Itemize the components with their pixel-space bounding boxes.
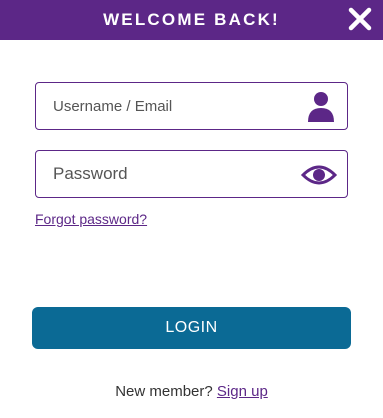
signup-row: New member? Sign up (0, 383, 383, 400)
signup-link[interactable]: Sign up (217, 383, 268, 400)
username-field-container (35, 82, 348, 130)
close-button[interactable] (346, 4, 374, 34)
forgot-password-link[interactable]: Forgot password? (35, 211, 147, 227)
modal-title: WELCOME BACK! (103, 10, 280, 29)
close-icon[interactable] (348, 7, 372, 31)
username-input[interactable] (36, 83, 347, 129)
modal-header: WELCOME BACK! (0, 0, 383, 40)
user-icon (303, 89, 339, 125)
password-field-container (35, 150, 348, 198)
eye-icon[interactable] (300, 157, 338, 193)
signup-prompt: New member? (115, 383, 217, 400)
login-button[interactable]: LOGIN (32, 307, 351, 349)
